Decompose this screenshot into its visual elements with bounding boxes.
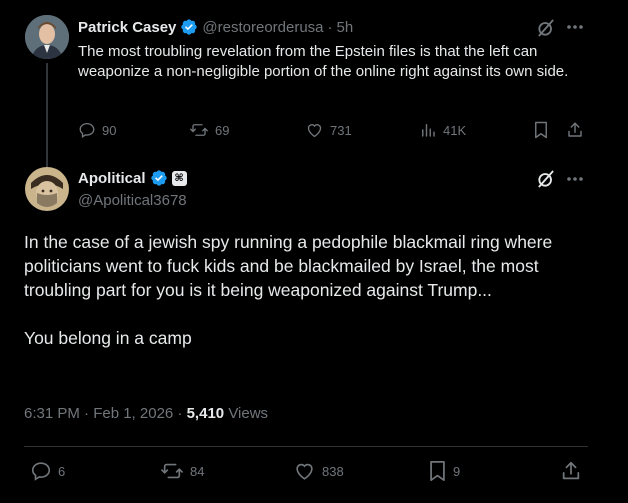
bookmark-icon <box>430 460 445 482</box>
views-label: Views <box>228 405 269 422</box>
more-icon[interactable] <box>566 24 584 30</box>
author-name[interactable]: Patrick Casey <box>78 19 176 36</box>
tweet2-text: In the case of a jewish spy running a pe… <box>24 230 594 350</box>
bookmark-icon <box>535 121 547 139</box>
reply-icon <box>79 122 95 138</box>
tweet2-paragraph: In the case of a jewish spy running a pe… <box>24 232 553 300</box>
tweet2-paragraph: You belong in a camp <box>24 328 192 348</box>
reply-button[interactable]: 6 <box>30 460 65 482</box>
author-handle[interactable]: @restoreorderusa <box>202 19 323 36</box>
repost-count: 69 <box>215 122 230 138</box>
reply-count: 90 <box>102 122 117 138</box>
share-icon <box>562 461 580 480</box>
views-count: 5,410 <box>186 405 225 422</box>
like-count: 731 <box>330 122 352 138</box>
tweet2-header: Apolitical ⌘ <box>78 169 187 187</box>
repost-button[interactable]: 84 <box>160 460 204 482</box>
repost-icon <box>161 463 183 479</box>
affiliate-badge[interactable]: ⌘ <box>171 170 187 186</box>
bookmark-count: 9 <box>453 463 461 479</box>
divider <box>24 446 588 447</box>
avatar-apolitical[interactable] <box>25 167 69 211</box>
reply-button[interactable]: 90 <box>78 121 116 139</box>
avatar-patrick-casey[interactable] <box>25 15 69 59</box>
tweet-time[interactable]: 5h <box>337 19 354 36</box>
separator: · <box>327 18 333 36</box>
repost-icon <box>190 124 208 136</box>
bookmark-button[interactable]: 9 <box>428 460 460 482</box>
tweet-parent: Patrick Casey @restoreorderusa · 5h The … <box>0 0 628 168</box>
repost-count: 84 <box>190 463 205 479</box>
like-button[interactable]: 731 <box>305 121 352 139</box>
like-icon <box>296 463 313 480</box>
reply-count: 6 <box>58 463 66 479</box>
bookmark-button[interactable] <box>533 121 549 139</box>
share-button[interactable] <box>560 460 582 482</box>
verified-badge-icon <box>150 169 168 187</box>
author-name[interactable]: Apolitical <box>78 170 146 187</box>
reply-icon <box>31 462 51 481</box>
author-handle[interactable]: @Apolitical3678 <box>78 192 187 209</box>
share-button[interactable] <box>566 121 584 139</box>
timestamp[interactable]: 6:31 PM · Feb 1, 2026 · <box>24 405 187 422</box>
more-icon[interactable] <box>566 176 584 182</box>
like-count: 838 <box>322 463 344 479</box>
views-icon <box>422 124 435 137</box>
share-icon <box>568 122 582 137</box>
tweet1-text: The most troubling revelation from the E… <box>78 43 569 80</box>
like-button[interactable]: 838 <box>293 460 344 482</box>
tweet-main: Apolitical ⌘ @Apolitical3678 In the case… <box>0 160 628 503</box>
views-count: 41K <box>443 122 467 138</box>
views-button[interactable]: 41K <box>419 121 466 139</box>
grok-icon[interactable] <box>536 169 556 189</box>
repost-button[interactable]: 69 <box>189 121 229 139</box>
tweet-meta: 6:31 PM · Feb 1, 2026 · 5,410 Views <box>24 405 268 422</box>
like-icon <box>307 124 322 138</box>
grok-icon[interactable] <box>536 18 556 38</box>
verified-badge-icon <box>180 18 198 36</box>
tweet1-header: Patrick Casey @restoreorderusa · 5h <box>78 18 353 36</box>
thread-line <box>46 63 48 168</box>
